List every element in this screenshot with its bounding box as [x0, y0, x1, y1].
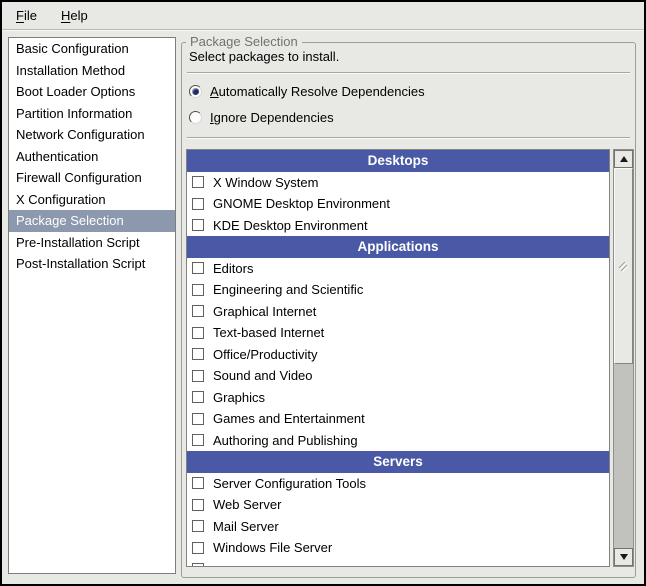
checkbox-unchecked-icon[interactable]: [192, 477, 204, 489]
dependency-options: Automatically Resolve Dependencies Ignor…: [189, 82, 425, 127]
checkbox-unchecked-icon[interactable]: [192, 499, 204, 511]
package-group-label[interactable]: Sound and Video: [213, 368, 313, 383]
package-group-label[interactable]: Text-based Internet: [213, 325, 324, 340]
package-group-row[interactable]: Engineering and Scientific: [187, 279, 609, 301]
package-group-label[interactable]: X Window System: [213, 175, 318, 190]
instruction-text: Select packages to install.: [189, 49, 339, 64]
sidebar-item[interactable]: Network Configuration: [9, 124, 175, 146]
scrollbar-track[interactable]: [614, 168, 633, 548]
separator: [187, 72, 630, 74]
package-group-label[interactable]: Engineering and Scientific: [213, 282, 363, 297]
radio-label[interactable]: Ignore Dependencies: [210, 110, 334, 125]
package-group-label[interactable]: Authoring and Publishing: [213, 433, 358, 448]
sidebar-item[interactable]: Package Selection: [9, 210, 175, 232]
scrollbar-thumb-grip-icon: [618, 261, 629, 272]
radio-label[interactable]: Automatically Resolve Dependencies: [210, 84, 425, 99]
package-group-row[interactable]: Games and Entertainment: [187, 408, 609, 430]
package-group-list: Desktops X Window System GNOME Desktop E…: [186, 149, 610, 567]
checkbox-unchecked-icon[interactable]: [192, 348, 204, 360]
checkbox-unchecked-icon[interactable]: [192, 542, 204, 554]
package-group-label[interactable]: Mail Server: [213, 519, 279, 534]
sidebar-item[interactable]: Boot Loader Options: [9, 81, 175, 103]
checkbox-unchecked-icon[interactable]: [192, 413, 204, 425]
package-group-label[interactable]: Office/Productivity: [213, 347, 318, 362]
package-group-row[interactable]: Windows File Server: [187, 537, 609, 559]
separator: [187, 137, 630, 139]
panel-title: Package Selection: [186, 34, 302, 49]
checkbox-unchecked-icon[interactable]: [192, 305, 204, 317]
checkbox-unchecked-icon[interactable]: [192, 198, 204, 210]
package-category-header: Servers: [187, 451, 609, 473]
checkbox-unchecked-icon[interactable]: [192, 434, 204, 446]
arrow-down-icon: [620, 554, 628, 560]
menu-file[interactable]: File: [10, 5, 43, 26]
sidebar-item[interactable]: Post-Installation Script: [9, 253, 175, 275]
package-group-row[interactable]: Text-based Internet: [187, 322, 609, 344]
package-selection-panel: Package Selection Select packages to ins…: [181, 42, 636, 578]
sidebar-item[interactable]: Basic Configuration: [9, 38, 175, 60]
package-group-row[interactable]: Web Server: [187, 494, 609, 516]
package-group-row[interactable]: Sound and Video: [187, 365, 609, 387]
sidebar-item[interactable]: Pre-Installation Script: [9, 232, 175, 254]
package-group-label[interactable]: GNOME Desktop Environment: [213, 196, 390, 211]
package-group-row[interactable]: GNOME Desktop Environment: [187, 193, 609, 215]
package-group-label[interactable]: Graphical Internet: [213, 304, 316, 319]
package-group-label[interactable]: Graphics: [213, 390, 265, 405]
sidebar-item[interactable]: X Configuration: [9, 189, 175, 211]
package-group-label[interactable]: Editors: [213, 261, 253, 276]
package-group-label[interactable]: Server Configuration Tools: [213, 476, 366, 491]
package-group-row[interactable]: Office/Productivity: [187, 344, 609, 366]
sidebar-item[interactable]: Firewall Configuration: [9, 167, 175, 189]
package-category-header: Applications: [187, 236, 609, 258]
configuration-section-list: Basic ConfigurationInstallation MethodBo…: [8, 37, 176, 574]
checkbox-unchecked-icon[interactable]: [192, 370, 204, 382]
checkbox-unchecked-icon[interactable]: [192, 284, 204, 296]
package-group-row[interactable]: Server Configuration Tools: [187, 473, 609, 495]
scroll-up-button[interactable]: [614, 150, 633, 168]
scroll-down-button[interactable]: [614, 548, 633, 566]
package-group-row[interactable]: Graphical Internet: [187, 301, 609, 323]
scrollbar-thumb[interactable]: [614, 168, 633, 364]
menu-help[interactable]: Help: [55, 5, 94, 26]
package-group-row[interactable]: X Window System: [187, 172, 609, 194]
checkbox-unchecked-icon[interactable]: [192, 219, 204, 231]
package-group-row[interactable]: Editors: [187, 258, 609, 280]
sidebar-item[interactable]: Installation Method: [9, 60, 175, 82]
sidebar-item[interactable]: Authentication: [9, 146, 175, 168]
package-group-label[interactable]: Games and Entertainment: [213, 411, 365, 426]
package-group-row[interactable]: Authoring and Publishing: [187, 430, 609, 452]
package-category-header: Desktops: [187, 150, 609, 172]
checkbox-unchecked-icon[interactable]: [192, 563, 204, 567]
checkbox-unchecked-icon[interactable]: [192, 262, 204, 274]
dependency-radio-option[interactable]: Ignore Dependencies: [189, 108, 425, 127]
package-group-label[interactable]: Windows File Server: [213, 540, 332, 555]
checkbox-unchecked-icon[interactable]: [192, 327, 204, 339]
package-group-label[interactable]: KDE Desktop Environment: [213, 218, 368, 233]
kickstart-configurator-window: File Help Basic ConfigurationInstallatio…: [0, 0, 646, 586]
package-group-row[interactable]: Graphics: [187, 387, 609, 409]
package-group-label[interactable]: Web Server: [213, 497, 281, 512]
package-group-row[interactable]: Mail Server: [187, 516, 609, 538]
package-list-scrollbar[interactable]: [613, 149, 634, 567]
radio-button-icon[interactable]: [189, 85, 202, 98]
checkbox-unchecked-icon[interactable]: [192, 391, 204, 403]
package-group-row[interactable]: [187, 559, 609, 568]
arrow-up-icon: [620, 156, 628, 162]
dependency-radio-option[interactable]: Automatically Resolve Dependencies: [189, 82, 425, 101]
checkbox-unchecked-icon[interactable]: [192, 176, 204, 188]
package-group-row[interactable]: KDE Desktop Environment: [187, 215, 609, 237]
menu-bar: File Help: [2, 2, 644, 30]
radio-button-icon[interactable]: [189, 111, 202, 124]
sidebar-item[interactable]: Partition Information: [9, 103, 175, 125]
checkbox-unchecked-icon[interactable]: [192, 520, 204, 532]
